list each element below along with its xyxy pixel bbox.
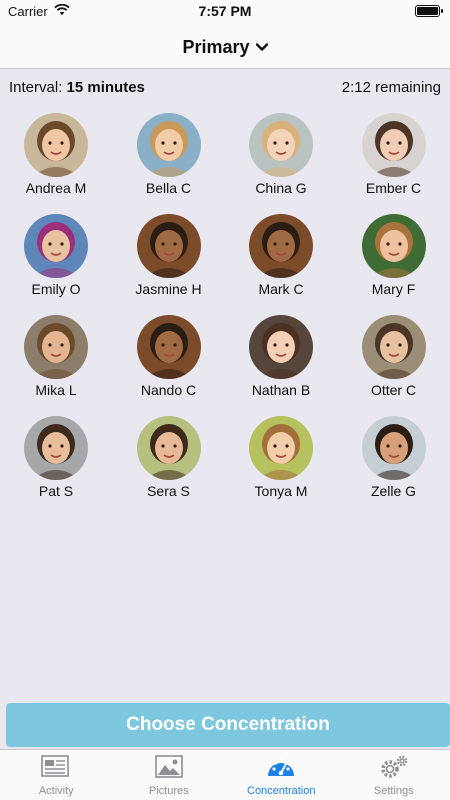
chevron-down-icon [255,35,268,56]
student-photo [249,113,313,177]
student-name: Bella C [145,180,192,196]
student-photo [249,416,313,480]
choose-concentration-button[interactable]: Choose Concentration [6,703,450,747]
tab-label: Pictures [148,785,189,797]
tab-pictures[interactable]: Pictures [113,750,226,800]
tab-activity[interactable]: Activity [0,750,113,800]
student-photo [136,113,201,177]
student-name: Otter C [370,382,417,398]
student-name: Mark C [258,281,304,297]
status-time: 7:57 PM [198,3,252,19]
gauge-icon [266,754,296,782]
student-card[interactable]: China G [225,108,337,208]
student-name: Zelle G [370,483,417,499]
student-card[interactable]: Nando C [113,310,225,410]
student-photo [136,315,201,379]
student-card[interactable]: Mark C [225,209,337,309]
navigation-bar: Primary [0,22,450,69]
student-name: Jasmine H [135,281,202,297]
interval-value: 15 minutes [66,79,145,96]
student-photo [136,416,201,480]
student-photo [361,113,426,177]
student-name: Tonya M [254,483,308,499]
tab-settings[interactable]: Settings [338,750,450,800]
tab-label: Concentration [247,785,316,797]
student-card[interactable]: Otter C [338,310,450,410]
tab-concentration[interactable]: Concentration [225,750,338,800]
student-card[interactable]: Tonya M [225,411,337,511]
interval-text: Interval: 15 minutes [9,79,145,96]
student-name: Pat S [38,483,74,499]
student-card[interactable]: Ember C [338,108,450,208]
interval-label: Interval: [9,79,63,96]
tab-label: Activity [38,785,74,797]
student-name: Ember C [365,180,422,196]
student-photo [249,315,313,379]
student-name: Andrea M [25,180,87,196]
student-photo [24,315,88,379]
student-card[interactable]: Mary F [338,209,450,309]
student-card[interactable]: Bella C [113,108,225,208]
student-photo [361,315,426,379]
student-name: Emily O [31,281,81,297]
student-name: China G [255,180,307,196]
student-photo [361,416,426,480]
remaining-time: 2:12 remaining [341,79,441,96]
class-selector[interactable]: Primary [0,35,450,58]
student-name: Nathan B [251,382,311,398]
student-photo [24,416,88,480]
interval-info: Interval: 15 minutes 2:12 remaining [0,76,450,100]
student-card[interactable]: Zelle G [338,411,450,511]
picture-icon [154,754,184,782]
student-card[interactable]: Andrea M [0,108,112,208]
student-photo [361,214,426,278]
student-card[interactable]: Mika L [0,310,112,410]
student-name: Nando C [140,382,197,398]
student-card[interactable]: Jasmine H [113,209,225,309]
nav-title: Primary [182,37,250,57]
battery-icon [415,5,443,17]
student-name: Mika L [35,382,77,398]
status-bar: Carrier 7:57 PM [0,0,450,22]
newspaper-icon [41,754,71,782]
student-photo [249,214,313,278]
student-name: Sera S [147,483,190,499]
student-card[interactable]: Pat S [0,411,112,511]
student-card[interactable]: Sera S [113,411,225,511]
tab-label: Settings [373,785,414,797]
student-card[interactable]: Nathan B [225,310,337,410]
tab-bar: Activity Pictures Concentration Settings [0,749,450,800]
gears-icon [379,754,409,782]
student-card[interactable]: Emily O [0,209,112,309]
student-photo [24,214,88,278]
student-photo [136,214,201,278]
student-name: Mary F [371,281,416,297]
student-photo [24,113,88,177]
